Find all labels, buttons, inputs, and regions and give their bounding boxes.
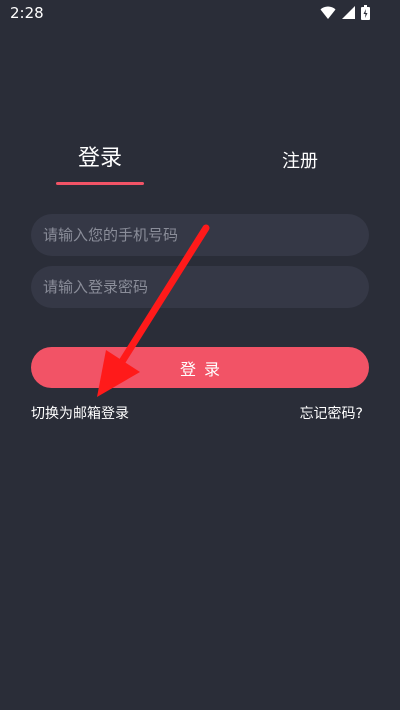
active-tab-indicator xyxy=(56,182,144,185)
phone-number-input[interactable] xyxy=(31,214,369,256)
tab-register[interactable]: 注册 xyxy=(255,148,345,176)
tab-login[interactable]: 登录 xyxy=(56,145,144,173)
password-input[interactable] xyxy=(31,266,369,308)
status-icons xyxy=(320,5,370,20)
forgot-password-link[interactable]: 忘记密码? xyxy=(300,404,363,424)
wifi-icon xyxy=(320,6,336,20)
status-time: 2:28 xyxy=(10,4,44,22)
cellular-signal-icon xyxy=(342,6,355,19)
battery-icon xyxy=(361,5,370,20)
login-button[interactable]: 登录 xyxy=(31,347,369,388)
status-bar: 2:28 xyxy=(0,0,400,28)
switch-to-email-login-link[interactable]: 切换为邮箱登录 xyxy=(31,404,129,424)
